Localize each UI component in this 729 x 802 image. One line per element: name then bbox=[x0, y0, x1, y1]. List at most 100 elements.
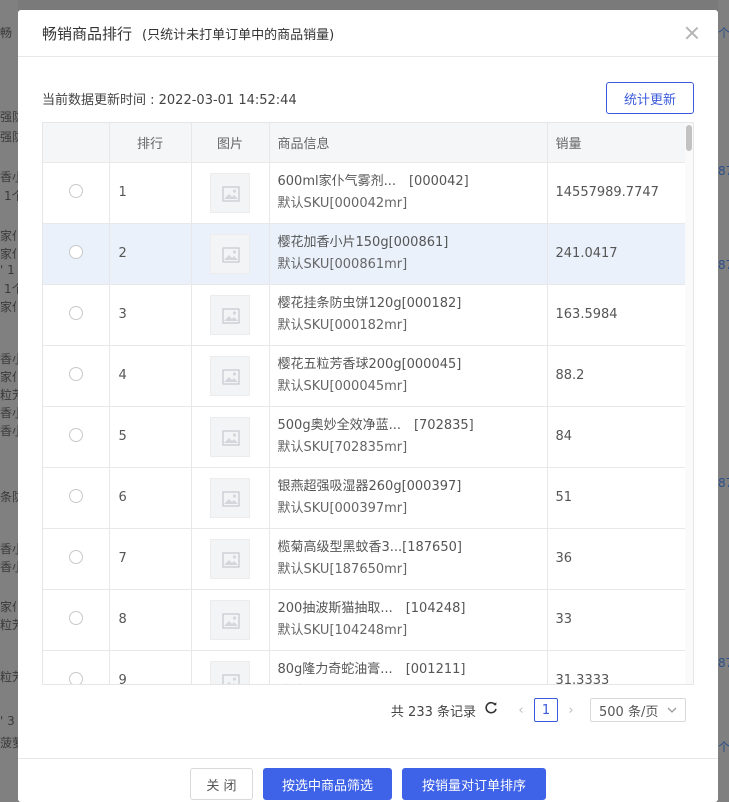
table-header-row: 排行 图片 商品信息 销量 bbox=[43, 123, 687, 163]
row-sales: 14557989.7747 bbox=[547, 162, 687, 224]
row-image bbox=[191, 589, 270, 651]
background-right-strip bbox=[718, 0, 729, 802]
row-image bbox=[191, 284, 270, 346]
row-select bbox=[43, 467, 110, 529]
row-info: 樱花加香小片150g[000861] 默认SKU[000861mr] bbox=[269, 223, 548, 285]
product-name: 樱花挂条防虫饼120g[000182] bbox=[277, 295, 462, 311]
row-select bbox=[43, 284, 110, 346]
row-sales: 31.3333 bbox=[547, 650, 687, 684]
bg-text: 87 bbox=[718, 258, 729, 272]
row-info: 80g隆力奇蛇油膏... [001211] 默认SKU[001211mr] bbox=[269, 650, 548, 684]
row-info: 500g奥妙全效净蓝... [702835] 默认SKU[702835mr] bbox=[269, 406, 548, 468]
product-name: 樱花五粒芳香球200g[000045] bbox=[277, 356, 462, 372]
row-select bbox=[43, 589, 110, 651]
row-sales: 33 bbox=[547, 589, 687, 651]
image-placeholder-icon bbox=[210, 477, 250, 518]
table-row[interactable]: 8 200抽波斯猫抽取... [104248] 默认SKU[104248mr] 33 bbox=[43, 589, 687, 651]
table-row[interactable]: 6 银燕超强吸湿器260g[000397] 默认SKU[000397mr] 51 bbox=[43, 467, 687, 529]
row-info: 樱花五粒芳香球200g[000045] 默认SKU[000045mr] bbox=[269, 345, 548, 407]
stat-update-button[interactable]: 统计更新 bbox=[606, 82, 694, 114]
row-rank: 2 bbox=[109, 223, 192, 285]
row-image bbox=[191, 223, 270, 285]
product-name: 500g奥妙全效净蓝... [702835] bbox=[277, 417, 474, 433]
row-radio[interactable] bbox=[68, 183, 83, 198]
image-placeholder-icon bbox=[210, 660, 250, 684]
image-placeholder-icon bbox=[210, 538, 250, 579]
row-radio[interactable] bbox=[68, 427, 83, 442]
row-rank: 6 bbox=[109, 467, 192, 529]
row-sales: 84 bbox=[547, 406, 687, 468]
header-rank: 排行 bbox=[109, 123, 192, 163]
current-page[interactable]: 1 bbox=[534, 698, 558, 722]
prev-page-icon[interactable]: ‹ bbox=[512, 703, 530, 718]
scrollbar-thumb[interactable] bbox=[686, 125, 692, 151]
row-select bbox=[43, 162, 110, 224]
modal-footer: 关 闭 按选中商品筛选 按销量对订单排序 bbox=[18, 758, 718, 802]
table-row[interactable]: 1 600ml家仆气雾剂... [000042] 默认SKU[000042mr] 14… bbox=[43, 162, 687, 224]
row-radio[interactable] bbox=[68, 671, 83, 684]
modal-subtitle: (只统计未打单订单中的商品销量) bbox=[142, 27, 335, 43]
row-rank: 3 bbox=[109, 284, 192, 346]
bg-text: 个 bbox=[718, 740, 729, 754]
row-image bbox=[191, 650, 270, 684]
refresh-icon[interactable] bbox=[484, 701, 498, 719]
next-page-icon[interactable]: › bbox=[562, 703, 580, 718]
row-image bbox=[191, 406, 270, 468]
bg-text: 87 bbox=[718, 656, 729, 670]
bg-text: 87 bbox=[718, 476, 729, 490]
filter-selected-button[interactable]: 按选中商品筛选 bbox=[263, 768, 392, 800]
bg-text: 87 bbox=[718, 164, 729, 178]
image-placeholder-icon bbox=[210, 355, 250, 396]
product-sku: 默认SKU[000045mr] bbox=[277, 378, 408, 394]
row-sales: 241.0417 bbox=[547, 223, 687, 285]
product-sku: 默认SKU[187650mr] bbox=[277, 561, 408, 577]
row-radio[interactable] bbox=[68, 610, 83, 625]
total-records: 共 233 条记录 bbox=[390, 704, 476, 720]
table-row[interactable]: 2 樱花加香小片150g[000861] 默认SKU[000861mr] 241.04… bbox=[43, 223, 687, 285]
image-placeholder-icon bbox=[210, 172, 250, 213]
product-name: 80g隆力奇蛇油膏... [001211] bbox=[277, 661, 466, 677]
row-radio[interactable] bbox=[68, 549, 83, 564]
table-row[interactable]: 4 樱花五粒芳香球200g[000045] 默认SKU[000045mr] 88.2 bbox=[43, 345, 687, 407]
image-placeholder-icon bbox=[210, 416, 250, 457]
close-icon[interactable] bbox=[682, 23, 702, 43]
row-select bbox=[43, 650, 110, 684]
update-time-text: 当前数据更新时间 : 2022-03-01 14:52:44 bbox=[42, 92, 297, 108]
row-select bbox=[43, 406, 110, 468]
table-row[interactable]: 3 樱花挂条防虫饼120g[000182] 默认SKU[000182mr] 163.5… bbox=[43, 284, 687, 346]
page-size-select[interactable]: 500 条/页 bbox=[590, 698, 686, 722]
close-button[interactable]: 关 闭 bbox=[190, 768, 253, 800]
sort-orders-button[interactable]: 按销量对订单排序 bbox=[402, 768, 546, 800]
row-radio[interactable] bbox=[68, 366, 83, 381]
row-sales: 163.5984 bbox=[547, 284, 687, 346]
row-rank: 9 bbox=[109, 650, 192, 684]
table-scrollbar[interactable] bbox=[685, 123, 693, 684]
pagination: 共 233 条记录 ‹ 1 › 500 条/页 bbox=[391, 698, 686, 722]
table-row[interactable]: 9 80g隆力奇蛇油膏... [001211] 默认SKU[001211mr]31.… bbox=[43, 650, 687, 684]
row-radio[interactable] bbox=[68, 244, 83, 259]
sales-table: 排行 图片 商品信息 销量 1 600ml家仆气雾剂... [000042] 默认S… bbox=[42, 122, 694, 685]
table-row[interactable]: 5 500g奥妙全效净蓝... [702835] 默认SKU[702835mr] 84 bbox=[43, 406, 687, 468]
product-sku: 默认SKU[000397mr] bbox=[277, 500, 408, 516]
image-placeholder-icon bbox=[210, 233, 250, 274]
top-sellers-modal: 畅销商品排行 (只统计未打单订单中的商品销量) 当前数据更新时间 : 2022-… bbox=[18, 10, 718, 802]
modal-toolbar: 当前数据更新时间 : 2022-03-01 14:52:44 统计更新 bbox=[42, 82, 694, 114]
chevron-down-icon bbox=[667, 707, 677, 713]
page-size-value: 500 条/页 bbox=[599, 704, 659, 720]
row-select bbox=[43, 223, 110, 285]
header-sales: 销量 bbox=[547, 123, 687, 163]
row-info: 榄菊高级型黑蚊香3...[187650] 默认SKU[187650mr] bbox=[269, 528, 548, 590]
row-radio[interactable] bbox=[68, 488, 83, 503]
row-info: 樱花挂条防虫饼120g[000182] 默认SKU[000182mr] bbox=[269, 284, 548, 346]
table-row[interactable]: 7 榄菊高级型黑蚊香3...[187650] 默认SKU[187650mr] 36 bbox=[43, 528, 687, 590]
row-image bbox=[191, 162, 270, 224]
row-image bbox=[191, 345, 270, 407]
row-rank: 5 bbox=[109, 406, 192, 468]
image-placeholder-icon bbox=[210, 599, 250, 640]
row-sales: 88.2 bbox=[547, 345, 687, 407]
row-radio[interactable] bbox=[68, 305, 83, 320]
row-rank: 8 bbox=[109, 589, 192, 651]
modal-title: 畅销商品排行 bbox=[42, 24, 133, 43]
product-name: 樱花加香小片150g[000861] bbox=[277, 234, 449, 250]
row-info: 银燕超强吸湿器260g[000397] 默认SKU[000397mr] bbox=[269, 467, 548, 529]
